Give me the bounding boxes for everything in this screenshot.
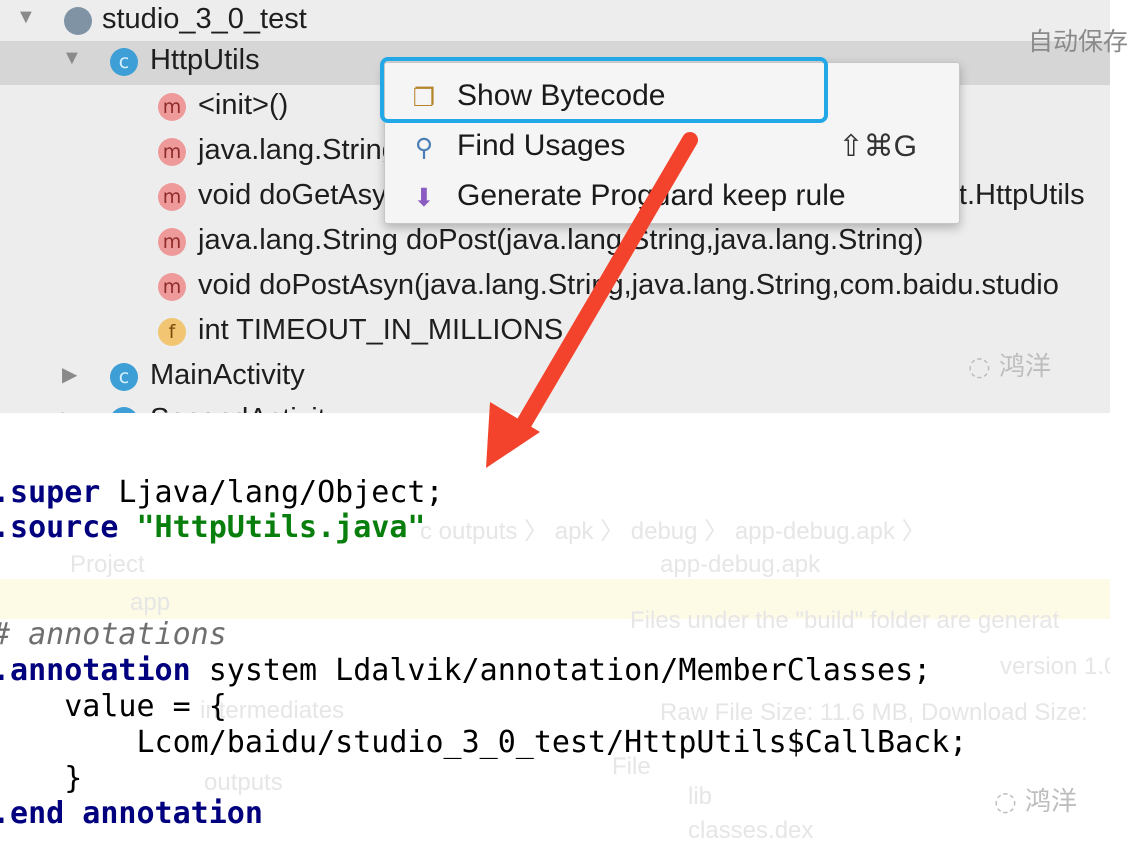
red-arrow-icon (486, 132, 698, 468)
